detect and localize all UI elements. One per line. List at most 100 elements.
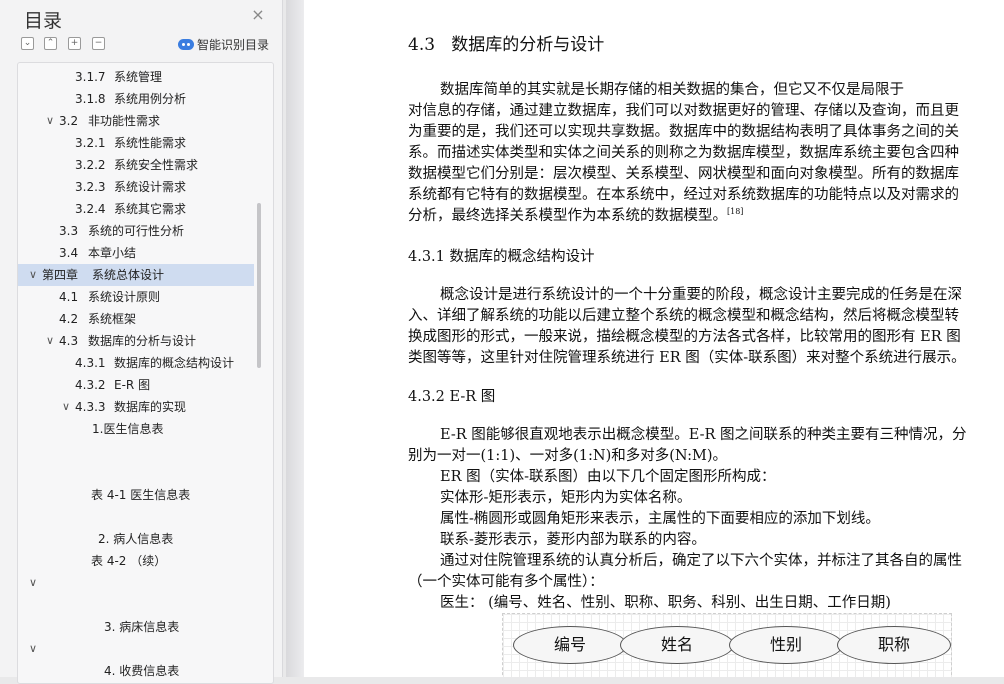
chevron-down-icon[interactable]: ∨ <box>44 330 56 352</box>
toc-label: E-R 图 <box>114 378 151 392</box>
toc-item[interactable]: 4.1 系统设计原则 <box>18 286 254 308</box>
toc-label: 数据库的分析与设计 <box>88 334 197 348</box>
chevron-down-icon[interactable]: ∨ <box>27 638 39 660</box>
toc-num: 3.2 <box>59 114 79 128</box>
toc-item[interactable]: 3.4 本章小结 <box>18 242 254 264</box>
toc-item[interactable]: 3.2.4 系统其它需求 <box>18 198 254 220</box>
toc-item[interactable]: 3.3 系统的可行性分析 <box>18 220 254 242</box>
paragraph-line: 属性-椭圆形或圆角矩形来表示，主属性的下面要相应的添加下划线。 <box>440 511 880 527</box>
toc-label: 系统性能需求 <box>114 136 187 150</box>
toc-label: 数据库的概念结构设计 <box>114 356 235 370</box>
toc-num: 4.3 <box>59 334 79 348</box>
robot-icon <box>178 39 194 50</box>
toc-label: 系统设计需求 <box>114 180 187 194</box>
toc-item[interactable]: ∨ 3.2 非功能性需求 <box>18 110 254 132</box>
collapse-all-icon[interactable]: ⌃ <box>44 37 57 50</box>
citation-link[interactable]: [18] <box>727 207 743 216</box>
toc-num: 3.1.8 <box>75 92 106 106</box>
toc-item[interactable]: 2. 病人信息表 <box>18 528 254 550</box>
paragraph-line: 分析，最终选择关系模型作为本系统的数据模型。[18] <box>408 204 743 225</box>
toc-scrollbar[interactable] <box>257 203 261 368</box>
toc-label: 系统其它需求 <box>114 202 187 216</box>
chevron-down-icon[interactable]: ∨ <box>27 264 39 286</box>
toc-item[interactable]: 4. 收费信息表 <box>18 660 254 682</box>
toc-num: 4.1 <box>59 290 79 304</box>
page-gutter <box>286 0 304 677</box>
toc-item[interactable]: 4.3.2 E-R 图 <box>18 374 254 396</box>
toc-label: 3. 病床信息表 <box>104 620 180 634</box>
toc-label: 表 4-2 （续） <box>91 554 167 568</box>
heading-number: 4.3 <box>408 35 436 55</box>
toc-num: 3.2.4 <box>75 202 106 216</box>
toc-num: 3.1.7 <box>75 70 106 84</box>
toc-item[interactable]: ∨ <box>18 638 254 660</box>
toc-item[interactable]: ∨ 4.3.3 数据库的实现 <box>18 396 254 418</box>
paragraph-line: 数据库简单的其实就是长期存储的相关数据的集合，但它又不仅是局限于 <box>440 82 904 98</box>
toc-num: 4.3.2 <box>75 378 106 392</box>
toc-label: 表 4-1 医生信息表 <box>91 488 191 502</box>
toc-label: 1.医生信息表 <box>92 422 164 436</box>
toc-item[interactable]: 4.3.1 数据库的概念结构设计 <box>18 352 254 374</box>
chevron-down-icon[interactable]: ∨ <box>60 396 72 418</box>
paragraph-line: 系统都有它特有的数据模型。在本系统中，经过对系统数据库的功能特点以及对需求的 <box>408 187 959 203</box>
close-icon[interactable]: × <box>250 7 266 23</box>
toc-item[interactable]: 3.1.8 系统用例分析 <box>18 88 254 110</box>
smart-recognize-button[interactable]: 智能识别目录 <box>178 36 269 53</box>
er-attribute: 姓名 <box>620 626 734 664</box>
section-heading-4-3-2: 4.3.2 E-R 图 <box>408 389 496 405</box>
paragraph-line: 换成图形的形式，一般来说，描绘概念模型的方法各式各样，比较常用的图形有 ER 图 <box>408 329 961 345</box>
toc-num: 4.2 <box>59 312 79 326</box>
er-attribute: 职称 <box>837 626 951 664</box>
toc-item[interactable]: 3.2.2 系统安全性需求 <box>18 154 254 176</box>
add-heading-icon[interactable]: + <box>68 37 81 50</box>
toc-num: 3.3 <box>59 224 79 238</box>
paragraph-line: 概念设计是进行系统设计的一个十分重要的阶段，概念设计主要完成的任务是在深 <box>440 287 962 303</box>
toc-item[interactable]: ∨ 4.3 数据库的分析与设计 <box>18 330 254 352</box>
paragraph-line: 通过对住院管理系统的认真分析后，确定了以下六个实体，并标注了其各自的属性 <box>440 553 962 569</box>
paragraph-line: 实体形-矩形表示，矩形内为实体名称。 <box>440 490 692 506</box>
smart-recognize-label: 智能识别目录 <box>197 38 270 52</box>
toc-item[interactable]: 3.1.7 系统管理 <box>18 66 254 88</box>
toc-item[interactable]: 1.医生信息表 <box>18 418 254 440</box>
paragraph-line: 别为一对一(1:1)、一对多(1:N)和多对多(N:M)。 <box>408 448 727 464</box>
chevron-down-icon[interactable]: ∨ <box>44 110 56 132</box>
paragraph-line: 系。而描述实体类型和实体之间关系的则称之为数据库模型，数据库系统主要包含四种 <box>408 145 959 161</box>
toc-label: 系统用例分析 <box>114 92 187 106</box>
paragraph-line: 类图等等，这里针对住院管理系统进行 ER 图（实体-联系图）来对整个系统进行展示… <box>408 350 966 366</box>
document-page: 4.3 数据库的分析与设计 数据库简单的其实就是长期存储的相关数据的集合，但它又… <box>304 0 1004 677</box>
section-heading-4-3: 4.3 数据库的分析与设计 <box>408 30 604 55</box>
paragraph-line: ER 图（实体-联系图）由以下几个固定图形所构成： <box>440 469 776 485</box>
toc-label: 非功能性需求 <box>88 114 161 128</box>
heading-text: 数据库的分析与设计 <box>451 35 605 55</box>
paragraph-line: 联系-菱形表示，菱形内部为联系的内容。 <box>440 532 706 548</box>
toc-num: 3.2.1 <box>75 136 106 150</box>
toc-label: 本章小结 <box>88 246 137 260</box>
toc-label: 系统框架 <box>88 312 137 326</box>
toc-item[interactable]: 表 4-2 （续） <box>18 550 254 572</box>
paragraph-line: 为重要的是，我们还可以实现共享数据。数据库中的数据结构表明了具体事务之间的关 <box>408 124 959 140</box>
toc-tree: 3.1.7 系统管理 3.1.8 系统用例分析 ∨ 3.2 非功能性需求 3.2… <box>17 62 274 684</box>
paragraph-line: 入、详细了解系统的功能以后建立整个系统的概念模型和概念结构，然后将概念模型转 <box>408 308 959 324</box>
toc-item[interactable]: 4.2 系统框架 <box>18 308 254 330</box>
paragraph-line: 医生： (编号、姓名、性别、职称、职务、科别、出生日期、工作日期) <box>440 595 891 611</box>
paragraph-line: 数据模型它们分别是：层次模型、关系模型、网状模型和面向对象模型。所有的数据库 <box>408 166 959 182</box>
er-diagram: 编号 姓名 性别 职称 <box>502 613 952 677</box>
toc-num: 4.3.1 <box>75 356 106 370</box>
toc-num: 3.4 <box>59 246 79 260</box>
chevron-down-icon[interactable]: ∨ <box>27 572 39 594</box>
remove-heading-icon[interactable]: − <box>92 37 105 50</box>
expand-all-icon[interactable]: ⌄ <box>21 37 34 50</box>
toc-item[interactable]: ∨ <box>18 572 254 594</box>
toc-item[interactable]: 3. 病床信息表 <box>18 616 254 638</box>
toc-item[interactable]: 3.2.1 系统性能需求 <box>18 132 254 154</box>
toc-item-selected[interactable]: ∨ 第四章 系统总体设计 <box>18 264 254 286</box>
toc-num: 3.2.2 <box>75 158 106 172</box>
toc-item[interactable]: 表 4-1 医生信息表 <box>18 484 254 506</box>
toc-label: 2. 病人信息表 <box>98 532 174 546</box>
toc-item[interactable]: 3.2.3 系统设计需求 <box>18 176 254 198</box>
toc-label: 数据库的实现 <box>114 400 187 414</box>
paragraph-line: E-R 图能够很直观地表示出概念模型。E-R 图之间联系的种类主要有三种情况，分 <box>440 427 967 443</box>
toc-label: 系统的可行性分析 <box>88 224 185 238</box>
toc-num: 4.3.3 <box>75 400 106 414</box>
outline-title: 目录 <box>24 10 63 32</box>
